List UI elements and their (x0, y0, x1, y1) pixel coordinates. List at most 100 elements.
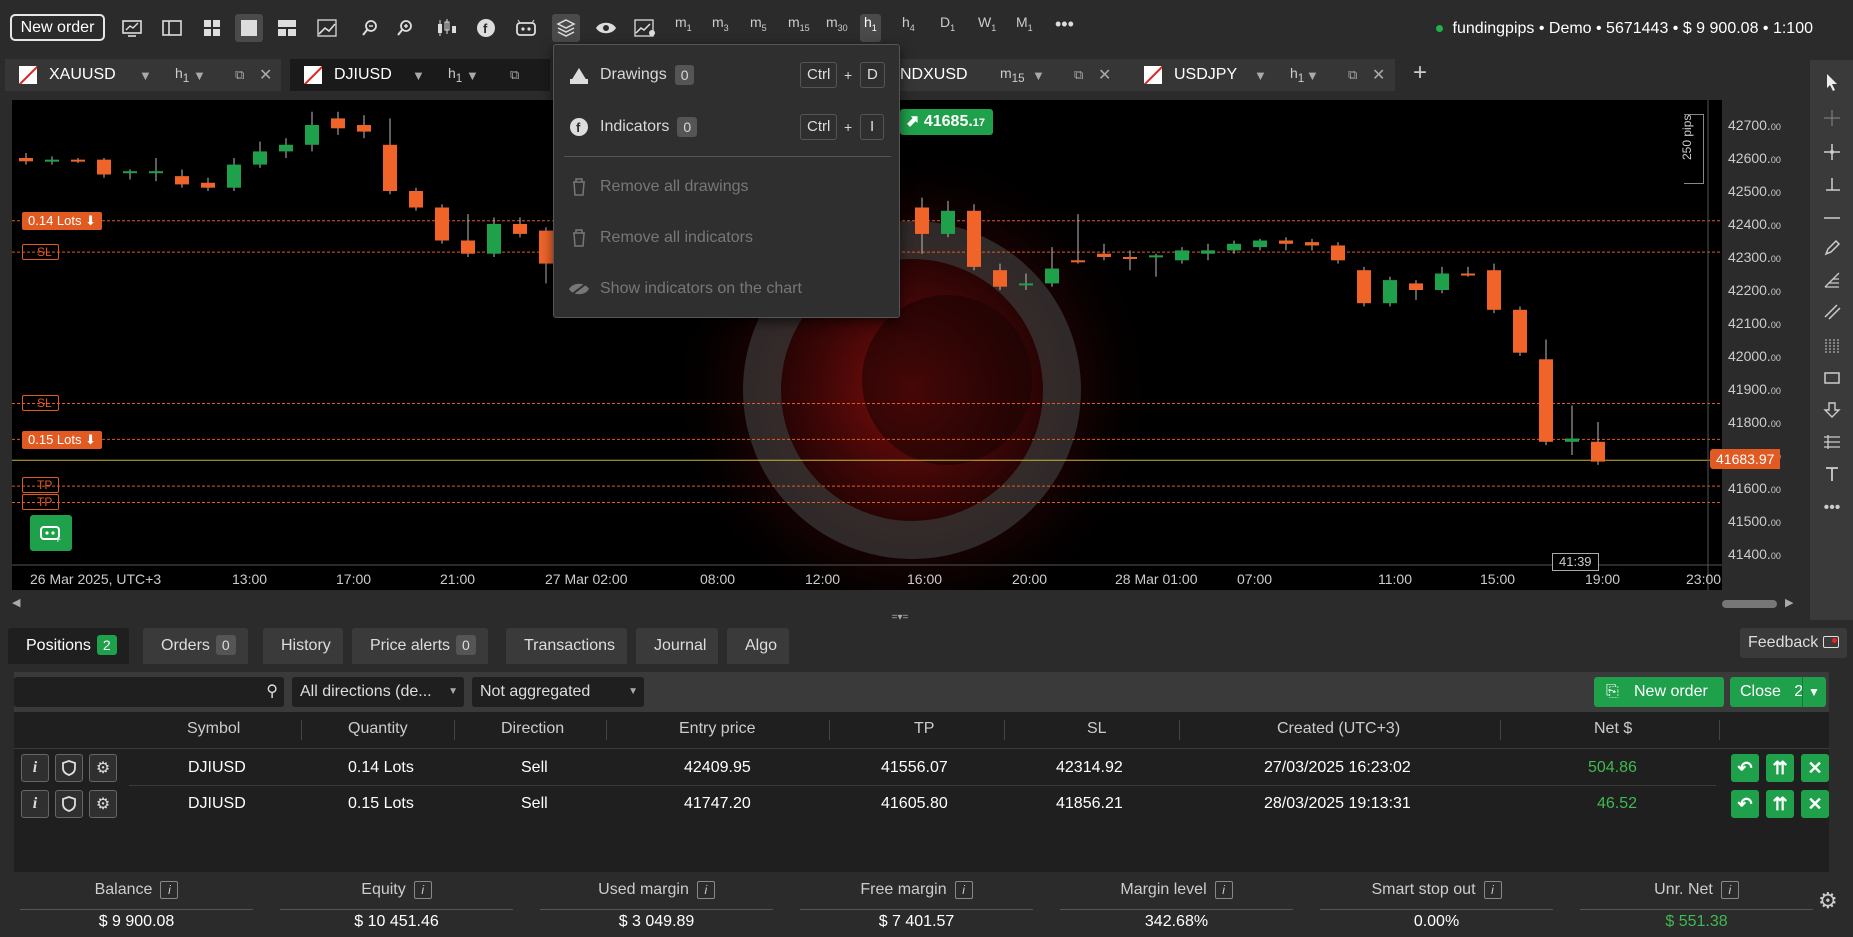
tab-history[interactable]: History (263, 628, 343, 664)
tf-m30[interactable]: m30 (826, 14, 848, 42)
tab-journal[interactable]: Journal (636, 628, 719, 664)
close-icon[interactable]: ✕ (1372, 65, 1385, 85)
gear-icon[interactable]: ⚙ (89, 754, 117, 782)
double-up-icon[interactable]: ⇈ (1766, 790, 1794, 818)
tab-algo[interactable]: Algo (727, 628, 790, 664)
layout-grid-icon[interactable] (198, 14, 226, 42)
tab-timeframe[interactable]: h1 (448, 65, 462, 85)
panel-resize-handle[interactable]: =▾= (880, 613, 920, 623)
take-profit-label[interactable]: TP (22, 477, 60, 493)
popout-icon[interactable]: ⧉ (235, 67, 244, 83)
indicator-f-icon[interactable]: f (472, 14, 500, 42)
new-order-button[interactable]: New order (10, 14, 105, 41)
info-icon[interactable]: i (1214, 881, 1233, 899)
col-net[interactable]: Net $ (1594, 720, 1632, 738)
chevron-down-icon[interactable]: ▼ (139, 68, 152, 83)
scroll-thumb[interactable] (1722, 600, 1777, 608)
info-icon[interactable]: i (1720, 881, 1739, 899)
reverse-icon[interactable]: ↶ (1731, 754, 1759, 782)
info-icon[interactable]: i (954, 881, 973, 899)
chevron-down-icon[interactable]: ▼ (193, 68, 206, 83)
chart-settings-icon[interactable] (632, 14, 660, 42)
popout-icon[interactable]: ⧉ (510, 67, 519, 83)
layers-icon[interactable] (552, 14, 580, 42)
col-sl[interactable]: SL (1087, 720, 1107, 738)
chevron-down-icon[interactable]: ▼ (466, 68, 479, 83)
col-created[interactable]: Created (UTC+3) (1277, 720, 1400, 738)
position-lot-label[interactable]: 0.15 Lots ⬇ (22, 431, 103, 449)
bot-icon[interactable] (512, 14, 540, 42)
chart-monitor-icon[interactable] (118, 14, 146, 42)
tf-m1[interactable]: m1 (675, 14, 692, 42)
chart-add-icon[interactable] (315, 14, 343, 42)
show-indicators-item[interactable]: Show indicators on the chart (554, 269, 899, 309)
close-icon[interactable]: ✕ (1801, 790, 1829, 818)
candlestick-icon[interactable] (432, 14, 460, 42)
chevron-down-icon[interactable]: ▼ (1808, 677, 1820, 707)
col-quantity[interactable]: Quantity (348, 720, 408, 738)
tf-m5[interactable]: m5 (750, 14, 767, 42)
eye-icon[interactable] (592, 14, 620, 42)
crosshair-icon[interactable] (1820, 106, 1844, 130)
buy-price-badge[interactable]: ⬈ 41685.17 (900, 109, 994, 135)
col-tp[interactable]: TP (914, 720, 934, 738)
pencil-icon[interactable] (1820, 236, 1844, 260)
drawings-item[interactable]: Drawings 0 Ctrl + D (554, 55, 899, 95)
stop-loss-label[interactable]: SL (22, 395, 59, 411)
direction-select[interactable]: All directions (de... ▼ (292, 677, 464, 707)
crosshair-line-icon[interactable] (1820, 172, 1844, 196)
shield-icon[interactable] (55, 754, 83, 782)
indicators-item[interactable]: f Indicators 0 Ctrl + I (554, 107, 899, 147)
rectangle-icon[interactable] (1820, 366, 1844, 390)
col-entry-price[interactable]: Entry price (679, 720, 755, 738)
tab-timeframe[interactable]: h1 (1290, 65, 1304, 85)
popout-icon[interactable]: ⧉ (1348, 67, 1357, 83)
info-icon[interactable]: i (21, 754, 49, 782)
tf-m15[interactable]: m15 (788, 14, 810, 42)
layout-sidebar-icon[interactable] (158, 14, 186, 42)
chevron-down-icon[interactable]: ▼ (1032, 68, 1045, 83)
col-direction[interactable]: Direction (501, 720, 564, 738)
aggregation-select[interactable]: Not aggregated ▼ (472, 677, 644, 707)
reverse-icon[interactable]: ↶ (1731, 790, 1759, 818)
close-icon[interactable]: ✕ (259, 65, 272, 85)
tf-h4[interactable]: h4 (902, 14, 915, 42)
more-tools-icon[interactable]: ••• (1820, 496, 1844, 520)
tab-price-alerts[interactable]: Price alerts 0 (352, 628, 488, 664)
shield-icon[interactable] (55, 790, 83, 818)
info-icon[interactable]: i (160, 881, 179, 899)
tab-orders[interactable]: Orders 0 (143, 628, 248, 664)
info-icon[interactable]: i (696, 881, 715, 899)
new-order-button[interactable]: ⎘ New order (1594, 677, 1724, 707)
zoom-in-icon[interactable] (391, 14, 419, 42)
vertical-lines-icon[interactable] (1820, 334, 1844, 358)
feedback-button[interactable]: Feedback (1740, 628, 1847, 658)
channel-icon[interactable] (1820, 300, 1844, 324)
cursor-icon[interactable] (1820, 70, 1844, 94)
account-info[interactable]: fundingpips • Demo • 5671443 • $ 9 900.0… (1435, 20, 1813, 38)
bot-add-icon[interactable]: + (30, 515, 72, 551)
close-all-button[interactable]: Close 2 ▼ (1730, 677, 1826, 707)
stop-loss-label[interactable]: SL (22, 244, 59, 260)
double-up-icon[interactable]: ⇈ (1766, 754, 1794, 782)
layout-split-icon[interactable] (273, 14, 301, 42)
tab-positions[interactable]: Positions 2 (8, 628, 129, 664)
chevron-down-icon[interactable]: ▼ (412, 68, 425, 83)
tab-timeframe[interactable]: m15 (1000, 65, 1025, 85)
close-icon[interactable]: ✕ (1801, 754, 1829, 782)
layout-single-icon[interactable] (235, 14, 263, 42)
info-icon[interactable]: i (1483, 881, 1502, 899)
remove-drawings-item[interactable]: Remove all drawings (554, 167, 899, 207)
chevron-down-icon[interactable]: ▼ (1254, 68, 1267, 83)
tab-usdjpy[interactable]: USDJPY ▼ h1 ▼ ⧉ ✕ (1130, 59, 1395, 91)
scroll-left-icon[interactable]: ◀ (12, 596, 20, 609)
zoom-out-icon[interactable] (356, 14, 384, 42)
take-profit-label[interactable]: TP (22, 494, 60, 510)
tab-transactions[interactable]: Transactions (506, 628, 627, 664)
tf-d1[interactable]: D1 (940, 14, 955, 42)
remove-indicators-item[interactable]: Remove all indicators (554, 218, 899, 258)
tab-djiusd[interactable]: DJIUSD ▼ h1 ▼ ⧉ (290, 59, 550, 91)
text-tool-icon[interactable] (1820, 462, 1844, 486)
chart-scrollbar[interactable]: ◀ ▶ (0, 594, 1810, 612)
tf-w1[interactable]: W1 (978, 14, 996, 42)
